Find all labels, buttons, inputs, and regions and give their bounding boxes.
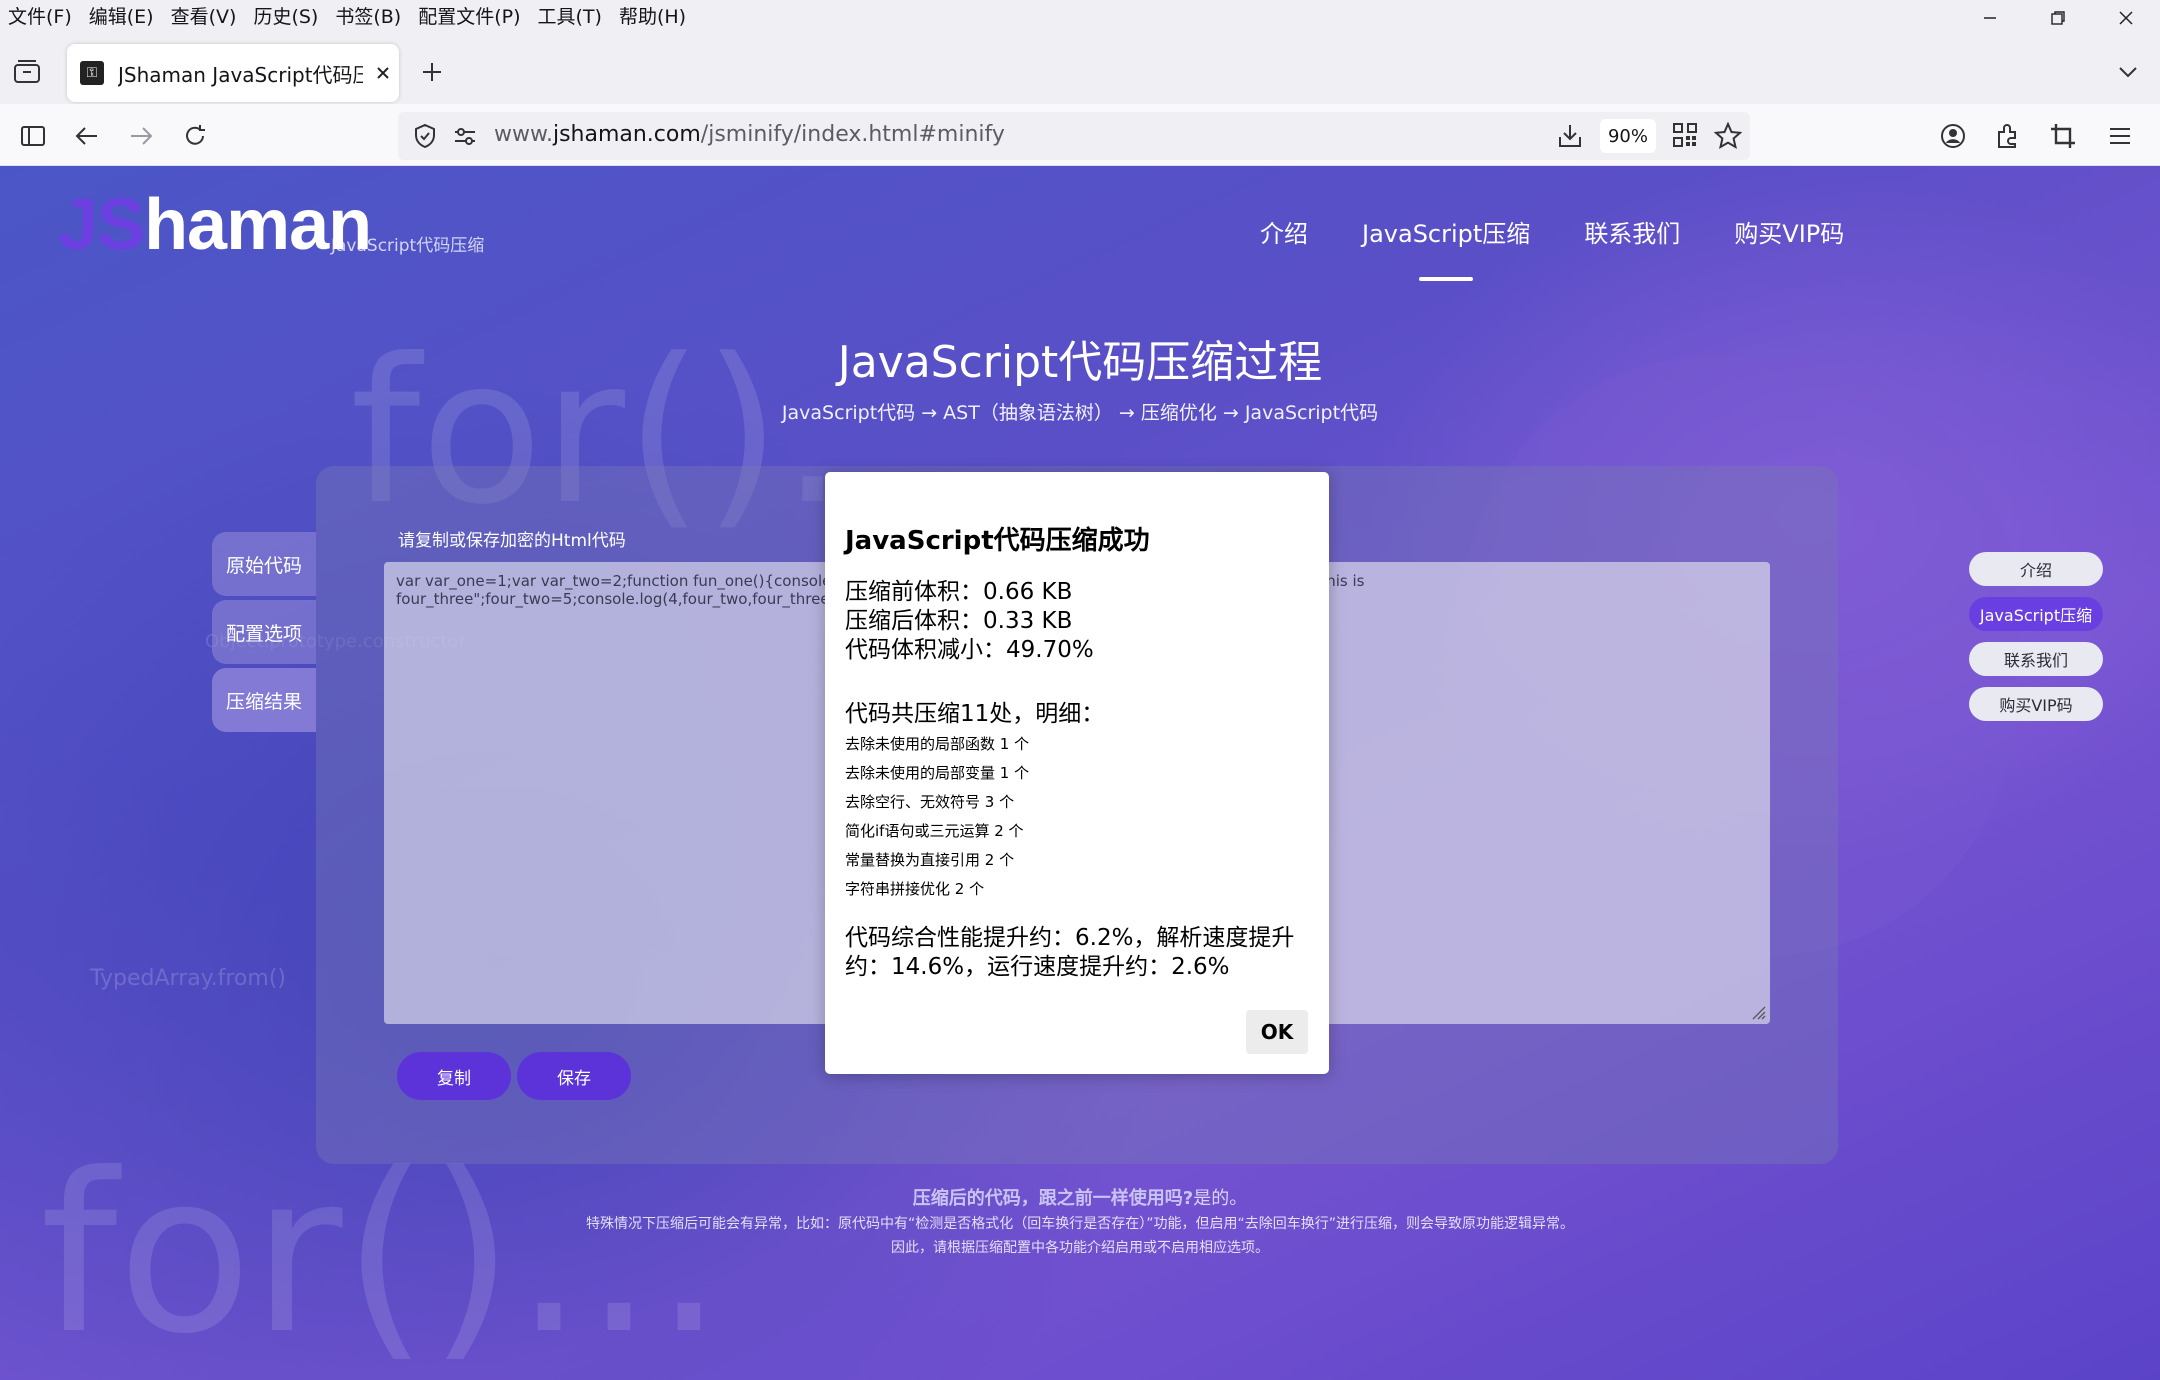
menu-profiles[interactable]: 配置文件(P): [410, 2, 529, 29]
menu-help[interactable]: 帮助(H): [611, 2, 695, 29]
tab-config-options[interactable]: 配置选项: [212, 600, 316, 664]
minify-details: 去除未使用的局部函数 1 个 去除未使用的局部变量 1 个 去除空行、无效符号 …: [845, 730, 1029, 904]
detail-item: 字符串拼接优化 2 个: [845, 880, 985, 898]
tracking-shield-icon[interactable]: [412, 123, 438, 153]
success-dialog: JavaScript代码压缩成功 压缩前体积：0.66 KB 压缩后体积：0.3…: [825, 472, 1329, 1074]
performance-summary: 代码综合性能提升约：6.2%，解析速度提升约：14.6%，运行速度提升约：2.6…: [845, 925, 1295, 980]
page-title: JavaScript代码压缩过程: [837, 337, 1323, 388]
menu-view[interactable]: 查看(V): [163, 2, 246, 29]
tab-minify-result[interactable]: 压缩结果: [212, 668, 316, 732]
forward-arrow-icon[interactable]: [126, 121, 156, 151]
account-icon[interactable]: [1938, 121, 1968, 151]
nav-contact[interactable]: 联系我们: [1584, 214, 1680, 249]
faq-note-line: 因此，请根据压缩配置中各功能介绍启用或不启用相应选项。: [891, 1240, 1269, 1256]
menu-tools[interactable]: 工具(T): [530, 2, 611, 29]
panel-side-tabs: 原始代码 配置选项 压缩结果: [212, 532, 316, 736]
ok-button[interactable]: OK: [1246, 1010, 1308, 1054]
detail-item: 去除未使用的局部函数 1 个: [845, 735, 1030, 753]
background-code-text: TypedArray.from(): [90, 966, 286, 991]
size-before: 压缩前体积：0.66 KB: [845, 579, 1073, 605]
dialog-title: JavaScript代码压缩成功: [845, 526, 1150, 556]
size-reduced: 代码体积减小：49.70%: [845, 637, 1094, 663]
crop-screenshot-icon[interactable]: [2048, 121, 2078, 151]
detail-item: 常量替换为直接引用 2 个: [845, 851, 1015, 869]
tab-original-code[interactable]: 原始代码: [212, 532, 316, 596]
side-nav-contact[interactable]: 联系我们: [1969, 642, 2103, 676]
logo-js: JS: [58, 185, 145, 265]
result-actions: 复制 保存: [397, 1052, 637, 1100]
url-prefix: www.: [494, 122, 553, 147]
extensions-icon[interactable]: [1993, 121, 2023, 151]
tab-list-icon[interactable]: [12, 58, 42, 86]
side-nav-js-minify[interactable]: JavaScript压缩: [1969, 597, 2103, 631]
qr-code-icon[interactable]: [1672, 122, 1698, 152]
detail-item: 去除空行、无效符号 3 个: [845, 793, 1015, 811]
result-label: 请复制或保存加密的Html代码: [398, 531, 626, 551]
bookmark-star-icon[interactable]: [1713, 121, 1743, 154]
save-button[interactable]: 保存: [517, 1052, 631, 1100]
navigation-bar: www.jshaman.com/jsminify/index.html#mini…: [0, 104, 2160, 166]
site-logo[interactable]: JShaman: [58, 184, 372, 266]
top-navigation: 介绍 JavaScript压缩 联系我们 购买VIP码: [1260, 214, 1898, 281]
side-nav-intro[interactable]: 介绍: [1969, 552, 2103, 586]
nav-intro[interactable]: 介绍: [1260, 214, 1308, 249]
close-tab-icon[interactable]: [371, 61, 395, 85]
back-arrow-icon[interactable]: [72, 121, 102, 151]
floating-side-nav: 介绍 JavaScript压缩 联系我们 购买VIP码: [1969, 552, 2103, 732]
minify-count: 代码共压缩11处，明细：: [845, 701, 1105, 727]
url-path: /jsminify/index.html#minify: [700, 122, 1005, 147]
url-bar[interactable]: www.jshaman.com/jsminify/index.html#mini…: [398, 112, 1750, 160]
sidebar-toggle-icon[interactable]: [18, 121, 48, 151]
logo-subtitle: JavaScript代码压缩: [331, 236, 485, 256]
download-icon[interactable]: [1556, 122, 1584, 154]
hamburger-menu-icon[interactable]: [2105, 121, 2135, 151]
faq-note-line: 特殊情况下压缩后可能会有异常，比如：原代码中有“检测是否格式化（回车换行是否存在…: [585, 1216, 1574, 1232]
size-stats: 压缩前体积：0.66 KB 压缩后体积：0.33 KB 代码体积减小：49.70…: [845, 578, 1094, 665]
active-tab[interactable]: ⚿ JShaman JavaScript代码压缩 -: [67, 44, 399, 102]
zoom-level[interactable]: 90%: [1600, 119, 1656, 153]
url-domain: jshaman.com: [552, 122, 701, 147]
tab-title: JShaman JavaScript代码压缩 -: [118, 62, 363, 87]
faq-question-line: 压缩后的代码，跟之前一样使用吗?是的。: [0, 1184, 2160, 1210]
chevron-down-icon[interactable]: [2114, 60, 2142, 84]
faq-question: 压缩后的代码，跟之前一样使用吗?: [912, 1188, 1194, 1209]
tab-bar: ⚿ JShaman JavaScript代码压缩 -: [0, 30, 2160, 104]
resize-grip-icon[interactable]: [1748, 1002, 1766, 1020]
new-tab-icon[interactable]: [418, 58, 446, 86]
detail-item: 去除未使用的局部变量 1 个: [845, 764, 1030, 782]
size-after: 压缩后体积：0.33 KB: [845, 608, 1073, 634]
nav-js-minify[interactable]: JavaScript压缩: [1362, 214, 1530, 281]
copy-button[interactable]: 复制: [397, 1052, 511, 1100]
side-nav-buy-vip[interactable]: 购买VIP码: [1969, 687, 2103, 721]
nav-buy-vip[interactable]: 购买VIP码: [1734, 214, 1844, 249]
faq-answer: 是的。: [1193, 1188, 1248, 1209]
detail-item: 简化if语句或三元运算 2 个: [845, 822, 1024, 840]
url-text[interactable]: www.jshaman.com/jsminify/index.html#mini…: [494, 122, 1005, 147]
permissions-icon[interactable]: [452, 123, 478, 153]
menu-bar: 文件(F) 编辑(E) 查看(V) 历史(S) 书签(B) 配置文件(P) 工具…: [0, 0, 2160, 30]
site-favicon-icon: ⚿: [80, 61, 104, 85]
faq-note: 特殊情况下压缩后可能会有异常，比如：原代码中有“检测是否格式化（回车换行是否存在…: [0, 1212, 2160, 1260]
menu-file[interactable]: 文件(F): [0, 2, 81, 29]
reload-icon[interactable]: [180, 121, 210, 151]
menu-bookmarks[interactable]: 书签(B): [327, 2, 410, 29]
menu-edit[interactable]: 编辑(E): [81, 2, 163, 29]
menu-history[interactable]: 历史(S): [245, 2, 327, 29]
process-subtitle: JavaScript代码 → AST（抽象语法树） → 压缩优化 → JavaS…: [781, 402, 1379, 424]
